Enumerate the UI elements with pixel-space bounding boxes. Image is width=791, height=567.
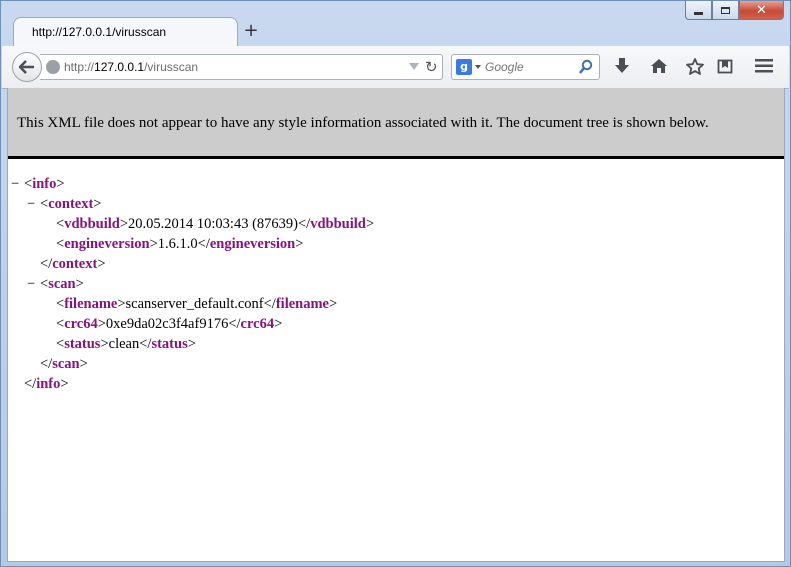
xml-node-vdbbuild: <vdbbuild>20.05.2014 10:03:43 (87639)</v… bbox=[56, 216, 375, 232]
collapse-toggle-scan[interactable]: − bbox=[27, 274, 40, 294]
maximize-button[interactable] bbox=[712, 1, 739, 20]
navigation-toolbar: http://127.0.0.1/virusscan ↻ g Google bbox=[2, 46, 789, 89]
back-arrow-icon bbox=[19, 60, 34, 74]
xml-node-info-open: − <info> bbox=[11, 174, 65, 194]
bookmarks-menu-icon[interactable] bbox=[717, 58, 733, 74]
back-button[interactable] bbox=[12, 52, 42, 82]
collapse-toggle-info[interactable]: − bbox=[11, 174, 24, 194]
google-search-engine-icon[interactable]: g bbox=[456, 59, 472, 75]
minimize-icon bbox=[694, 11, 703, 15]
xml-node-filename: <filename>scanserver_default.conf</filen… bbox=[56, 296, 338, 312]
search-engine-dropdown-icon[interactable] bbox=[475, 65, 481, 69]
xml-node-scan-open: − <scan> bbox=[27, 274, 84, 294]
browser-window: ✕ http://127.0.0.1/virusscan + http://12… bbox=[0, 0, 791, 567]
search-placeholder: Google bbox=[485, 60, 524, 74]
bookmark-star-icon[interactable] bbox=[686, 58, 704, 75]
url-text: http://127.0.0.1/virusscan bbox=[64, 60, 199, 74]
home-icon[interactable] bbox=[650, 58, 668, 74]
xml-node-context-open: − <context> bbox=[27, 194, 102, 214]
reload-icon[interactable]: ↻ bbox=[425, 58, 438, 76]
url-history-dropdown-icon[interactable] bbox=[409, 63, 419, 70]
page-content: This XML file does not appear to have an… bbox=[7, 88, 785, 562]
downloads-icon[interactable] bbox=[614, 58, 630, 74]
hamburger-menu-icon[interactable] bbox=[755, 59, 773, 73]
maximize-icon bbox=[721, 6, 730, 14]
xml-node-context-close: </context> bbox=[40, 256, 106, 272]
window-controls: ✕ bbox=[685, 1, 784, 20]
url-bar[interactable]: http://127.0.0.1/virusscan ↻ bbox=[40, 54, 443, 80]
search-icon[interactable] bbox=[579, 59, 593, 75]
tab-virusscan[interactable]: http://127.0.0.1/virusscan bbox=[13, 17, 238, 47]
tab-title: http://127.0.0.1/virusscan bbox=[32, 25, 167, 39]
globe-icon bbox=[46, 60, 60, 74]
close-icon: ✕ bbox=[756, 2, 767, 18]
xml-node-engineversion: <engineversion>1.6.1.0</engineversion> bbox=[56, 236, 304, 252]
xml-node-info-close: </info> bbox=[24, 376, 69, 392]
xml-info-message: This XML file does not appear to have an… bbox=[17, 115, 709, 131]
search-bar[interactable]: g Google bbox=[451, 54, 600, 80]
close-button[interactable]: ✕ bbox=[739, 1, 784, 20]
new-tab-button[interactable]: + bbox=[243, 22, 259, 40]
xml-node-scan-close: </scan> bbox=[40, 356, 88, 372]
xml-node-crc64: <crc64>0xe9da02c3f4af9176</crc64> bbox=[56, 316, 283, 332]
collapse-toggle-context[interactable]: − bbox=[27, 194, 40, 214]
xml-node-status: <status>clean</status> bbox=[56, 336, 196, 352]
minimize-button[interactable] bbox=[685, 1, 712, 20]
